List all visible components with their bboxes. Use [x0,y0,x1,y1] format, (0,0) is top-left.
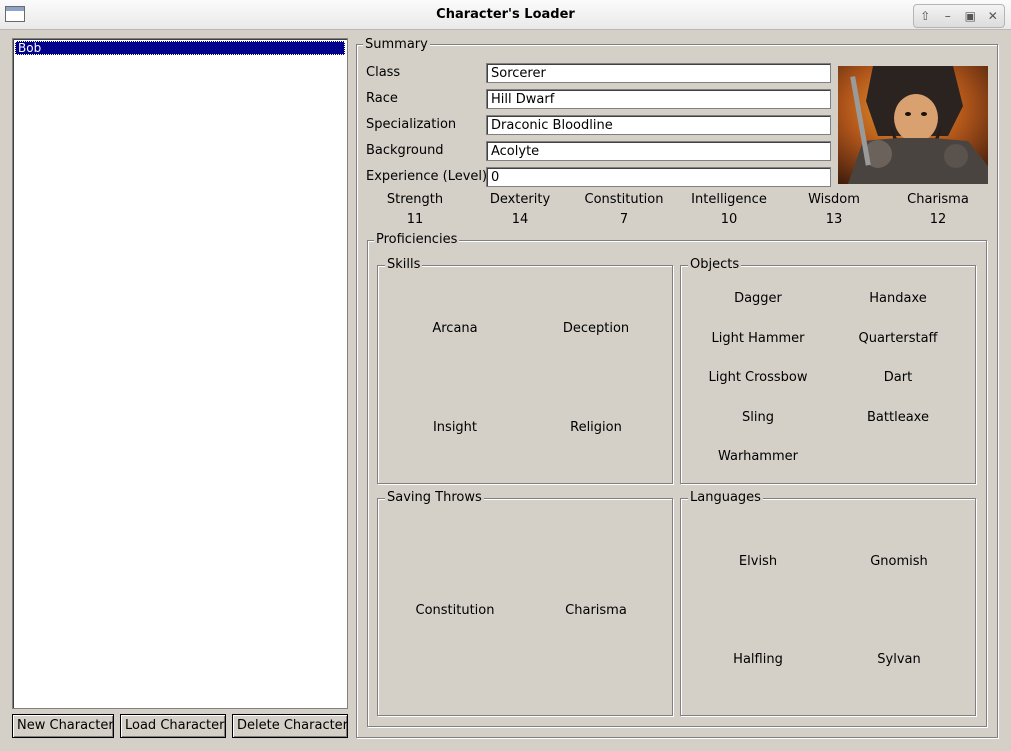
class-label: Class [366,65,401,80]
objects-label: Objects [688,257,742,272]
character-list[interactable]: Bob [12,38,348,709]
list-item: Charisma [565,603,627,618]
list-item: Gnomish [870,554,928,569]
list-item: Warhammer [718,449,798,464]
window-title: Character's Loader [436,7,575,22]
race-field[interactable] [486,89,831,109]
specialization-label: Specialization [366,117,457,132]
languages-label: Languages [688,490,763,505]
background-field[interactable] [486,141,831,161]
strength-value: 11 [406,212,424,227]
title-bar: Character's Loader ⇧ – ▣ ✕ [0,0,1011,30]
list-item: Insight [432,420,478,435]
specialization-field[interactable] [486,115,831,135]
intelligence-label: Intelligence [691,192,767,207]
character-portrait [838,66,988,184]
dexterity-value: 14 [511,212,529,227]
close-icon[interactable]: ✕ [983,9,1003,23]
list-item: Constitution [415,603,495,618]
list-item: Elvish [738,554,778,569]
intelligence-value: 10 [720,212,738,227]
list-item: Halfling [733,652,783,667]
background-label: Background [366,143,444,158]
list-item: Religion [570,420,622,435]
list-item: Dagger [734,291,782,306]
languages-group [680,498,976,716]
load-character-button[interactable]: Load Character [120,714,226,738]
maximize-icon[interactable]: ▣ [960,9,980,23]
constitution-label: Constitution [584,192,664,207]
list-item: Dart [883,370,913,385]
list-item: Light Hammer [711,331,805,346]
dexterity-label: Dexterity [489,192,551,207]
list-item: Sling [742,410,774,425]
wisdom-label: Wisdom [808,192,860,207]
delete-character-button[interactable]: Delete Character [232,714,348,738]
list-item: Light Crossbow [708,370,808,385]
race-label: Race [366,91,398,106]
summary-label: Summary [363,37,430,52]
list-item: Battleaxe [867,410,929,425]
wisdom-value: 13 [825,212,843,227]
charisma-label: Charisma [907,192,969,207]
list-item: Handaxe [869,291,927,306]
skills-group [377,265,673,484]
strength-label: Strength [386,192,444,207]
list-item: Sylvan [877,652,921,667]
list-item: Deception [562,321,630,336]
window-controls: ⇧ – ▣ ✕ [913,4,1005,28]
list-item: Quarterstaff [858,331,938,346]
list-item: Arcana [432,321,478,336]
constitution-value: 7 [619,212,629,227]
shade-icon[interactable]: ⇧ [915,9,935,23]
list-item[interactable]: Bob [15,41,345,55]
saving-throws-label: Saving Throws [385,490,484,505]
new-character-button[interactable]: New Character [12,714,114,738]
skills-label: Skills [385,257,423,272]
experience-field[interactable] [486,167,831,187]
charisma-value: 12 [929,212,947,227]
proficiencies-label: Proficiencies [374,232,460,247]
class-field[interactable] [486,63,831,83]
experience-label: Experience (Level) [366,169,488,184]
minimize-icon[interactable]: – [938,9,958,23]
